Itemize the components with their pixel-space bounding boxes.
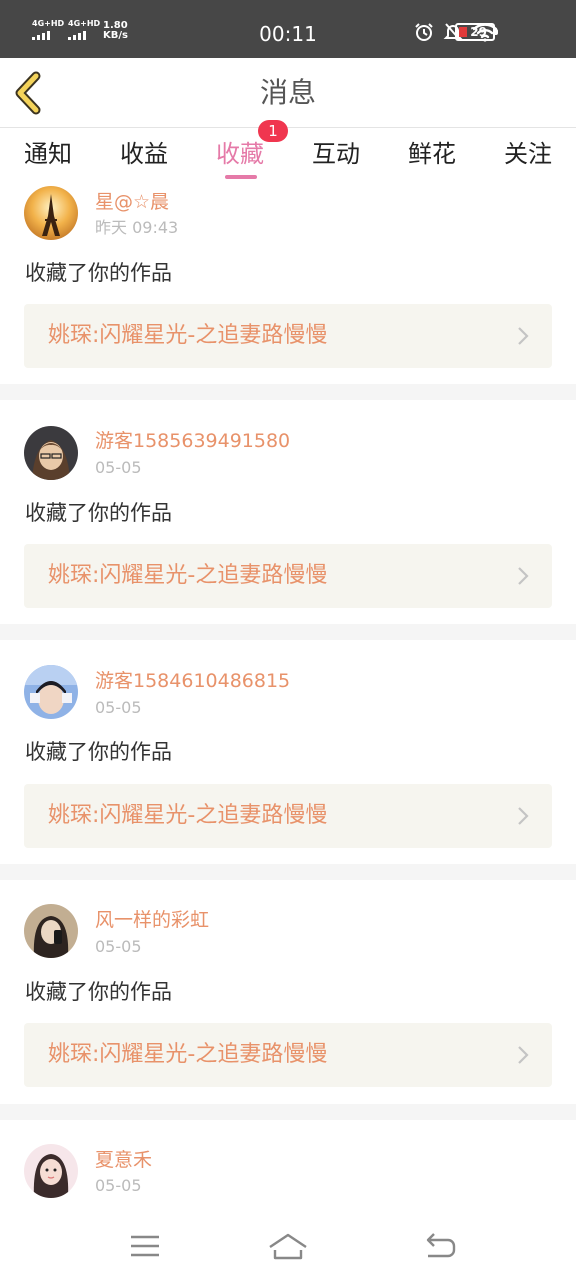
chevron-right-icon: [518, 807, 529, 825]
divider: [0, 384, 576, 400]
home-icon[interactable]: [268, 1226, 308, 1266]
page-title: 消息: [259, 76, 316, 109]
avatar-image: [24, 904, 78, 958]
header-bar: 消息: [0, 58, 576, 128]
avatar[interactable]: [24, 665, 78, 719]
work-card[interactable]: 姚琛:闪耀星光-之追妻路慢慢: [24, 1023, 552, 1087]
chevron-right-icon: [518, 567, 529, 585]
work-title: 姚琛:闪耀星光-之追妻路慢慢: [48, 323, 328, 348]
system-nav-bar: [0, 1212, 576, 1280]
chevron-right-icon: [518, 327, 529, 345]
avatar-image: [24, 186, 78, 240]
avatar[interactable]: [24, 186, 78, 240]
divider: [0, 624, 576, 640]
list-item: 风一样的彩虹 05-05 收藏了你的作品 姚琛:闪耀星光-之追妻路慢慢: [0, 880, 576, 1104]
battery-fill: [459, 27, 467, 37]
username[interactable]: 星@☆晨: [95, 189, 169, 215]
chevron-right-icon: [518, 1046, 529, 1064]
list-item: 夏意禾 05-05: [0, 1120, 576, 1212]
avatar[interactable]: [24, 904, 78, 958]
tab-follows[interactable]: 关注: [480, 138, 576, 170]
action-text: 收藏了你的作品: [25, 740, 172, 764]
work-card[interactable]: 姚琛:闪耀星光-之追妻路慢慢: [24, 784, 552, 848]
timestamp: 05-05: [95, 1176, 142, 1195]
tab-favorites[interactable]: 收藏: [192, 138, 288, 170]
timestamp: 05-05: [95, 937, 142, 956]
battery-indicator: 29: [455, 23, 498, 41]
work-title: 姚琛:闪耀星光-之追妻路慢慢: [48, 563, 328, 588]
tab-flowers[interactable]: 鲜花: [384, 138, 480, 170]
work-card[interactable]: 姚琛:闪耀星光-之追妻路慢慢: [24, 304, 552, 368]
username[interactable]: 游客1584610486815: [95, 668, 290, 694]
divider: [0, 864, 576, 880]
work-title: 姚琛:闪耀星光-之追妻路慢慢: [48, 803, 328, 828]
work-title: 姚琛:闪耀星光-之追妻路慢慢: [48, 1042, 328, 1067]
timestamp: 05-05: [95, 458, 142, 477]
username[interactable]: 风一样的彩虹: [95, 907, 209, 933]
username[interactable]: 夏意禾: [95, 1147, 152, 1173]
work-card[interactable]: 姚琛:闪耀星光-之追妻路慢慢: [24, 544, 552, 608]
battery-level: 29: [470, 25, 487, 39]
avatar-image: [24, 665, 78, 719]
action-text: 收藏了你的作品: [25, 980, 172, 1004]
tab-notifications[interactable]: 通知: [0, 138, 96, 170]
avatar-image: [24, 426, 78, 480]
avatar[interactable]: [24, 426, 78, 480]
tab-bar: 通知 收益 收藏 互动 鲜花 关注: [0, 128, 576, 184]
tab-interactions[interactable]: 互动: [288, 138, 384, 170]
timestamp: 05-05: [95, 698, 142, 717]
list-item: 星@☆晨 昨天 09:43 收藏了你的作品 姚琛:闪耀星光-之追妻路慢慢: [0, 184, 576, 384]
back-nav-icon[interactable]: [420, 1226, 460, 1266]
menu-icon[interactable]: [125, 1226, 165, 1266]
tab-earnings[interactable]: 收益: [96, 138, 192, 170]
username[interactable]: 游客1585639491580: [95, 428, 290, 454]
action-text: 收藏了你的作品: [25, 261, 172, 285]
avatar-image: [24, 1144, 78, 1198]
list-item: 游客1584610486815 05-05 收藏了你的作品 姚琛:闪耀星光-之追…: [0, 640, 576, 864]
list-item: 游客1585639491580 05-05 收藏了你的作品 姚琛:闪耀星光-之追…: [0, 400, 576, 624]
alarm-icon: [415, 23, 433, 41]
action-text: 收藏了你的作品: [25, 501, 172, 525]
divider: [0, 1104, 576, 1120]
unread-badge: 1: [258, 120, 288, 142]
status-bar: 4G+HD 4G+HD 1.80 KB/s 00:11 29: [0, 0, 576, 58]
timestamp: 昨天 09:43: [95, 218, 179, 237]
active-tab-indicator: [225, 175, 257, 179]
avatar[interactable]: [24, 1144, 78, 1198]
